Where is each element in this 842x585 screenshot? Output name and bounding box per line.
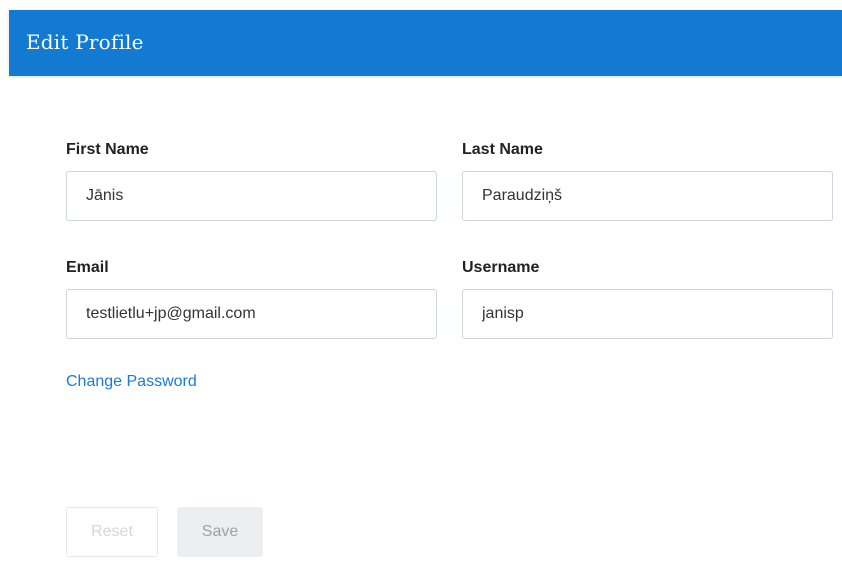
page-title: Edit Profile bbox=[26, 30, 144, 54]
change-password-link[interactable]: Change Password bbox=[66, 373, 197, 391]
last-name-field-group: Last Name bbox=[462, 140, 833, 221]
username-input[interactable] bbox=[462, 289, 833, 339]
last-name-input[interactable] bbox=[462, 171, 833, 221]
last-name-label: Last Name bbox=[462, 141, 543, 158]
username-label: Username bbox=[462, 259, 540, 276]
reset-button[interactable]: Reset bbox=[66, 507, 158, 557]
email-label: Email bbox=[66, 259, 109, 276]
first-name-label: First Name bbox=[66, 141, 149, 158]
page-header: Edit Profile bbox=[9, 10, 842, 76]
username-field-group: Username bbox=[462, 258, 833, 339]
save-button[interactable]: Save bbox=[177, 507, 263, 557]
edit-profile-page: Edit Profile First Name Last Name Email … bbox=[0, 0, 842, 585]
first-name-input[interactable] bbox=[66, 171, 437, 221]
first-name-field-group: First Name bbox=[66, 140, 437, 221]
email-field-group: Email bbox=[66, 258, 437, 339]
email-input[interactable] bbox=[66, 289, 437, 339]
